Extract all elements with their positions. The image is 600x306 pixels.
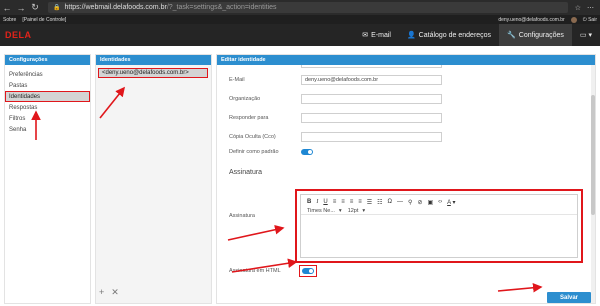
align-center-icon[interactable]: ≡ — [341, 199, 345, 205]
settings-item-preferences[interactable]: Preferências — [5, 69, 90, 80]
reload-icon[interactable]: ↻ — [28, 0, 42, 15]
font-family-select[interactable]: Times Ne... ▾ — [307, 208, 342, 214]
editor-title: Editar identidade — [217, 55, 595, 65]
html-signature-toggle[interactable] — [302, 268, 314, 274]
settings-item-identities[interactable]: Identidades — [5, 91, 90, 102]
default-label: Definir como padrão — [229, 149, 279, 155]
bold-icon[interactable]: B — [307, 199, 311, 205]
settings-item-folders[interactable]: Pastas — [5, 80, 90, 91]
app-header: DELA ✉ E-mail 👤 Catálogo de endereços 🔧 … — [0, 24, 600, 46]
email-field[interactable]: deny.ueno@delafoods.com.br — [301, 75, 442, 85]
lock-icon: 🔒 — [53, 5, 61, 11]
url-path: /?_task=settings&_action=identities — [166, 4, 277, 11]
user-email: deny.ueno@delafoods.com.br — [498, 16, 565, 23]
organization-field[interactable] — [301, 94, 442, 104]
logo: DELA — [5, 30, 32, 40]
email-label: E-Mail — [229, 77, 245, 83]
bullet-list-icon[interactable]: ☰ — [367, 199, 372, 206]
identities-title: Identidades — [96, 55, 211, 65]
settings-item-password[interactable]: Senha — [5, 124, 90, 135]
nav-contacts[interactable]: 👤 Catálogo de endereços — [399, 24, 499, 46]
top-strip: Sobre [Painel de Controle] deny.ueno@del… — [0, 15, 600, 24]
html-signature-label: Assinatura em HTML — [229, 268, 281, 274]
close-icon[interactable]: ✕ — [111, 287, 119, 298]
html-signature-highlight — [299, 265, 317, 277]
star-icon[interactable]: ☆ — [575, 4, 581, 12]
numbered-list-icon[interactable]: ☷ — [377, 199, 382, 206]
horizontal-rule-icon[interactable]: — — [397, 199, 403, 205]
organization-label: Organização — [229, 96, 261, 102]
align-right-icon[interactable]: ≡ — [350, 199, 354, 205]
settings-panel: Configurações Preferências Pastas Identi… — [4, 54, 91, 304]
identity-editor: Editar identidade E-Mail deny.ueno@delaf… — [216, 54, 596, 304]
settings-item-responses[interactable]: Respostas — [5, 102, 90, 113]
font-size-select[interactable]: 12pt ▾ — [348, 208, 365, 214]
signature-text-area[interactable] — [301, 215, 577, 255]
browser-toolbar: ← → ↻ 🔒 https://webmail.delafoods.com.br… — [0, 0, 600, 15]
chevron-down-icon: ▾ — [362, 207, 366, 214]
justify-icon[interactable]: ≡ — [358, 199, 362, 205]
arrow-right-icon[interactable]: → — [14, 0, 28, 15]
nav-settings[interactable]: 🔧 Configurações — [499, 24, 572, 46]
screen-mode-button[interactable]: ▭ ▾ — [572, 24, 600, 46]
special-char-icon[interactable]: Ω — [388, 199, 393, 205]
text-color-icon[interactable]: A ▾ — [447, 199, 455, 206]
envelope-icon: ✉ — [362, 32, 369, 39]
save-button[interactable]: Salvar — [547, 292, 591, 303]
wrench-icon: 🔧 — [507, 32, 516, 39]
scrollbar[interactable] — [591, 65, 595, 303]
signature-label: Assinatura — [229, 213, 255, 219]
underline-icon[interactable]: U — [323, 199, 327, 205]
signature-editor: B I U ≡ ≡ ≡ ≡ ☰ ☷ Ω — ⚲ ⊘ ▣ ‹› A ▾ Times… — [295, 189, 583, 263]
link-icon[interactable]: ⚲ — [408, 199, 412, 206]
control-panel-link[interactable]: [Painel de Controle] — [22, 17, 66, 23]
avatar[interactable] — [570, 16, 577, 23]
signature-section-title: Assinatura — [229, 169, 263, 176]
settings-title: Configurações — [5, 55, 90, 65]
plus-icon[interactable]: + — [99, 287, 104, 298]
bcc-field[interactable] — [301, 132, 442, 142]
name-field[interactable] — [301, 65, 442, 68]
chevron-down-icon: ▾ — [338, 207, 342, 214]
about-link[interactable]: Sobre — [3, 17, 16, 23]
main-nav: ✉ E-mail 👤 Catálogo de endereços 🔧 Confi… — [354, 24, 600, 46]
contacts-icon: 👤 — [406, 32, 416, 39]
reply-to-field[interactable] — [301, 113, 442, 123]
reply-to-label: Responder para — [229, 115, 269, 121]
code-icon[interactable]: ‹› — [438, 199, 442, 205]
unlink-icon[interactable]: ⊘ — [417, 199, 422, 206]
align-left-icon[interactable]: ≡ — [333, 199, 337, 205]
italic-icon[interactable]: I — [316, 199, 318, 205]
default-toggle[interactable] — [301, 149, 313, 155]
menu-icon[interactable]: ⋯ — [587, 4, 594, 12]
editor-toolbar: B I U ≡ ≡ ≡ ≡ ☰ ☷ Ω — ⚲ ⊘ ▣ ‹› A ▾ — [301, 195, 577, 206]
monitor-icon: ▭ ▾ — [579, 32, 592, 39]
settings-item-filters[interactable]: Filtros — [5, 113, 90, 124]
image-icon[interactable]: ▣ — [427, 199, 433, 206]
arrow-left-icon[interactable]: ← — [0, 0, 14, 15]
bcc-label: Cópia Oculta (Cco) — [229, 134, 276, 140]
url-host: https://webmail.delafoods.com.br — [64, 4, 167, 11]
identity-item[interactable]: <deny.ueno@delafoods.com.br> — [98, 68, 208, 78]
nav-mail[interactable]: ✉ E-mail — [354, 24, 399, 46]
identities-panel: Identidades <deny.ueno@delafoods.com.br>… — [95, 54, 212, 304]
logout-link[interactable]: ⏻ Sair — [583, 17, 597, 23]
address-bar[interactable]: 🔒 https://webmail.delafoods.com.br/?_tas… — [48, 2, 568, 13]
